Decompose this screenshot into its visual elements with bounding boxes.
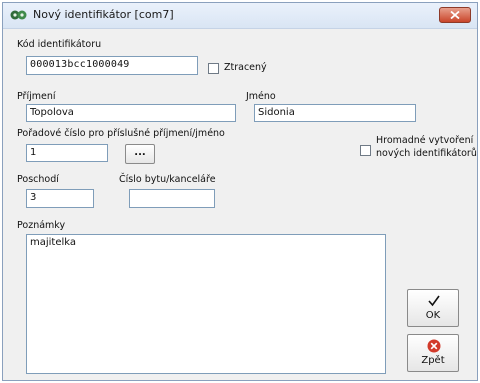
poradove-label: Pořadové číslo pro příslušné příjmení/jm… <box>17 128 225 139</box>
close-icon <box>450 11 460 19</box>
ok-button[interactable]: OK <box>407 289 459 327</box>
cislo-bytu-label: Číslo bytu/kanceláře <box>119 174 216 185</box>
dialog-window: Nový identifikátor [com7] Kód identifiká… <box>2 2 478 381</box>
hromadne-label-line1: Hromadné vytvoření <box>376 135 474 146</box>
jmeno-label: Jméno <box>246 91 276 102</box>
checkmark-icon <box>428 295 440 307</box>
ztraceny-checkbox[interactable] <box>208 63 219 74</box>
hromadne-checkbox[interactable] <box>360 145 371 156</box>
close-button[interactable] <box>439 7 471 23</box>
hromadne-label-line2: nových identifikátorů <box>376 148 477 159</box>
ok-label: OK <box>425 310 441 321</box>
browse-button-label: ... <box>134 147 146 158</box>
poznamky-field[interactable]: majitelka <box>26 234 386 374</box>
jmeno-field[interactable]: Sidonia <box>254 104 416 122</box>
cislo-bytu-field[interactable] <box>129 189 215 208</box>
cancel-icon <box>427 339 441 353</box>
kod-label: Kód identifikátoru <box>17 39 102 50</box>
poznamky-label: Poznámky <box>17 220 66 231</box>
poradove-field[interactable]: 1 <box>26 144 108 162</box>
app-icon <box>10 9 28 21</box>
back-label: Zpět <box>421 355 445 366</box>
poschodi-label: Poschodí <box>17 174 59 185</box>
prijmeni-label: Příjmení <box>17 91 56 102</box>
poschodi-field[interactable]: 3 <box>26 189 94 208</box>
kod-field[interactable]: 000013bcc1000049 <box>26 56 198 75</box>
title-bar: Nový identifikátor [com7] <box>3 3 477 29</box>
browse-button[interactable]: ... <box>125 144 155 164</box>
window-title: Nový identifikátor [com7] <box>33 8 174 21</box>
prijmeni-field[interactable]: Topolova <box>26 104 236 122</box>
ztraceny-label: Ztracený <box>224 62 267 73</box>
back-button[interactable]: Zpět <box>407 334 459 372</box>
